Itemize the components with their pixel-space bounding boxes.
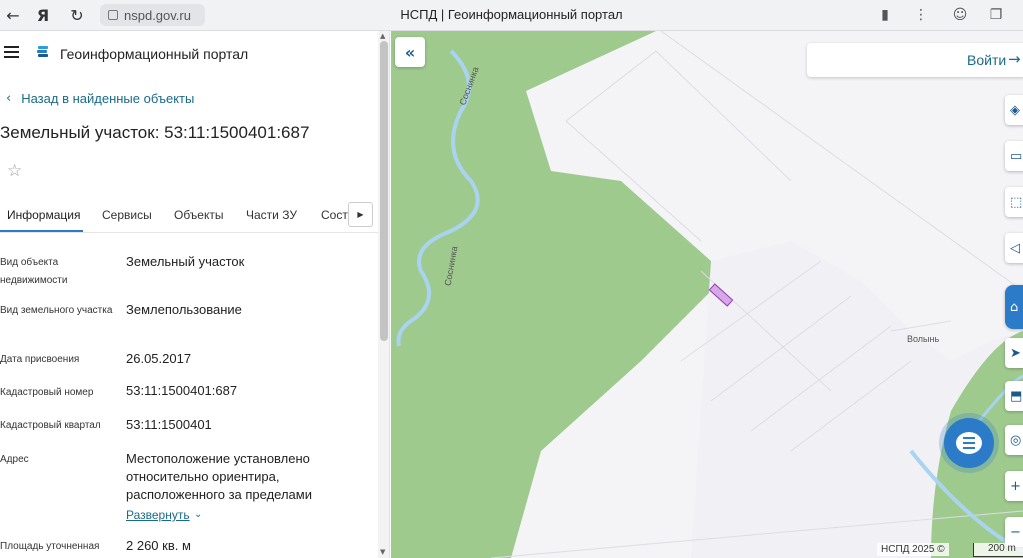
search-area-tool-button[interactable]: ⌂	[1005, 285, 1023, 329]
ruler-tool-button[interactable]: ▭	[1005, 141, 1023, 171]
row-value: Местоположение установлено относительно …	[126, 451, 312, 502]
hamburger-menu-icon[interactable]	[4, 46, 19, 58]
chevron-left-icon: ‹	[6, 91, 12, 106]
chevron-down-icon[interactable]: ⌄	[194, 509, 202, 520]
row-label: Кадастровый квартал	[0, 420, 101, 431]
expand-address-link[interactable]: Развернуть	[126, 508, 190, 522]
scroll-up-icon[interactable]: ▲	[380, 32, 385, 40]
share-tool-button[interactable]: ◁	[1005, 233, 1023, 263]
collections-icon[interactable]: ❐	[985, 4, 1007, 26]
geo-tool-button[interactable]: ◎	[1005, 425, 1023, 455]
map-view[interactable]: Соснинка Соснинка Волынь « Войти → ◈ ▭ ⬚…	[391, 31, 1023, 558]
panel-scrollbar[interactable]: ▲ ▼	[378, 31, 389, 558]
row-label: Адрес	[0, 454, 29, 465]
tab-services[interactable]: Сервисы	[102, 208, 152, 222]
collapse-panel-button[interactable]: «	[395, 37, 425, 67]
row-value: 26.05.2017	[126, 351, 192, 366]
avatar-icon[interactable]: ☺	[949, 4, 971, 26]
scroll-down-icon[interactable]: ▼	[380, 548, 385, 556]
row-value: 53:11:1500401	[126, 417, 212, 432]
menu-dots-icon[interactable]: ⋮	[910, 4, 932, 26]
object-info-panel: Геоинформационный портал ‹ Назад в найде…	[0, 31, 390, 558]
place-label: Волынь	[907, 334, 940, 344]
row-value: Землепользование	[126, 302, 242, 317]
layers-tool-button[interactable]: ◈	[1005, 95, 1023, 125]
panel-header: Геоинформационный портал	[0, 31, 389, 75]
map-scale: 200 m	[973, 543, 1023, 557]
row-value: 53:11:1500401:687	[126, 383, 238, 398]
back-to-results-link[interactable]: ‹ Назад в найденные объекты	[6, 91, 194, 106]
bookmark-icon[interactable]: ▮	[874, 4, 896, 26]
selection-tool-button[interactable]: ⬚	[1005, 187, 1023, 217]
scrollbar-thumb[interactable]	[380, 41, 388, 341]
browser-toolbar: ← Я ↻ nspd.gov.ru НСПД | Геоинформационн…	[0, 0, 1023, 31]
login-arrow-icon: →	[1008, 50, 1021, 68]
favorite-star-icon[interactable]: ☆	[7, 161, 22, 181]
tab-title: НСПД | Геоинформационный портал	[400, 7, 623, 22]
locate-tool-button[interactable]: ➤	[1005, 338, 1023, 368]
map-attribution: НСПД 2025 ©	[877, 543, 949, 556]
row-value: 2 260 кв. м	[126, 538, 191, 553]
tab-objects[interactable]: Объекты	[174, 208, 224, 222]
tab-information[interactable]: Информация	[7, 208, 80, 222]
export-tool-button[interactable]: ⬒	[1005, 381, 1023, 411]
chat-button[interactable]	[944, 418, 994, 468]
row-label: Кадастровый номер	[0, 387, 94, 398]
object-title: Земельный участок: 53:11:1500401:687	[0, 123, 310, 142]
active-tab-indicator	[0, 230, 83, 232]
row-label: Вид объекта недвижимости	[0, 257, 68, 286]
zoom-in-button[interactable]: +	[1005, 471, 1023, 501]
tabs-scroll-right-button[interactable]: ▶	[348, 202, 373, 227]
map-canvas[interactable]	[391, 31, 1023, 558]
row-label: Вид земельного участка	[0, 305, 113, 316]
row-label: Площадь уточненная	[0, 541, 100, 552]
row-value: Земельный участок	[126, 254, 245, 269]
portal-logo-icon	[37, 46, 48, 57]
back-link-label: Назад в найденные объекты	[21, 91, 195, 106]
tab-parts[interactable]: Части ЗУ	[246, 208, 297, 222]
chat-bubble-icon	[956, 432, 982, 454]
portal-title: Геоинформационный портал	[60, 46, 249, 62]
row-label: Дата присвоения	[0, 354, 80, 365]
login-label: Войти	[967, 52, 1007, 68]
info-tabs: Информация Сервисы Объекты Части ЗУ Сост…	[0, 199, 378, 233]
login-button[interactable]: Войти →	[807, 43, 1023, 77]
